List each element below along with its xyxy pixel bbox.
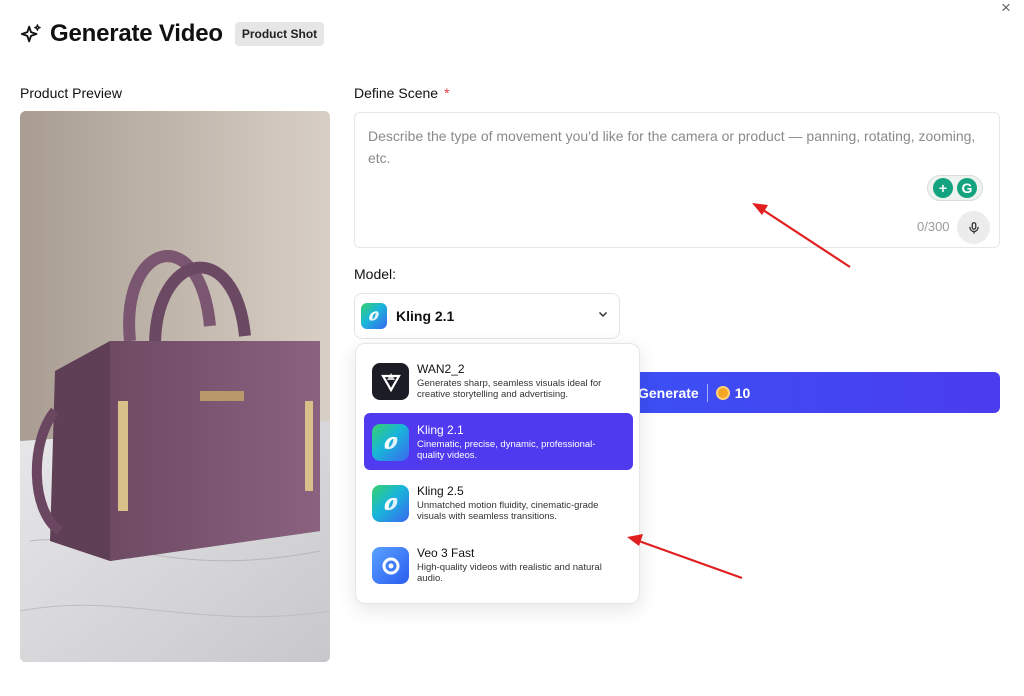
- grammarly-widget[interactable]: + G: [927, 175, 983, 201]
- veo-logo-icon: [372, 547, 409, 584]
- credit-cost: 10: [734, 384, 751, 401]
- model-option-desc: High-quality videos with realistic and n…: [417, 562, 602, 584]
- add-icon: +: [933, 178, 953, 198]
- product-shot-badge: Product Shot: [234, 22, 325, 46]
- model-option-name: WAN2_2: [417, 362, 465, 376]
- chevron-down-icon: [597, 308, 609, 323]
- model-option-desc: Cinematic, precise, dynamic, professiona…: [417, 439, 596, 461]
- product-preview-image: [20, 111, 330, 662]
- scene-textarea[interactable]: Describe the type of movement you'd like…: [354, 112, 1000, 248]
- model-option-name: Veo 3 Fast: [417, 546, 475, 560]
- scene-placeholder: Describe the type of movement you'd like…: [368, 128, 976, 166]
- model-option-name: Kling 2.5: [417, 484, 464, 498]
- generate-button-label: Generate: [638, 384, 699, 401]
- model-dropdown-menu: WAN2_2 Generates sharp, seamless visuals…: [355, 343, 640, 604]
- model-select[interactable]: Kling 2.1: [354, 293, 620, 339]
- close-icon[interactable]: ×: [995, 0, 1017, 18]
- kling-logo-icon: [372, 485, 409, 522]
- define-scene-label: Define Scene *: [354, 85, 450, 101]
- model-option-desc: Generates sharp, seamless visuals ideal …: [417, 378, 602, 400]
- coin-icon: [715, 385, 730, 400]
- grammarly-icon: G: [957, 178, 977, 198]
- annotation-arrow: [627, 534, 743, 580]
- model-option-wan2_2[interactable]: WAN2_2 Generates sharp, seamless visuals…: [364, 352, 633, 409]
- kling-logo-icon: [361, 303, 387, 329]
- model-option-veo-3-fast[interactable]: Veo 3 Fast High-quality videos with real…: [364, 536, 633, 593]
- generate-button[interactable]: Generate 10: [620, 372, 1000, 413]
- microphone-button[interactable]: [957, 211, 990, 244]
- page-header: Generate Video Product Shot: [20, 18, 325, 50]
- define-scene-label-text: Define Scene: [354, 85, 439, 101]
- model-option-kling-2-5[interactable]: Kling 2.5 Unmatched motion fluidity, cin…: [364, 474, 633, 531]
- model-label: Model:: [354, 266, 397, 282]
- microphone-icon: [968, 221, 979, 234]
- model-option-desc: Unmatched motion fluidity, cinematic-gra…: [417, 500, 599, 522]
- char-counter: 0/300: [917, 219, 950, 234]
- model-option-name: Kling 2.1: [417, 423, 464, 437]
- divider: [706, 383, 708, 402]
- required-mark: *: [444, 85, 450, 101]
- sparkles-icon: [20, 24, 41, 43]
- model-option-kling-2-1[interactable]: Kling 2.1 Cinematic, precise, dynamic, p…: [364, 413, 633, 470]
- page-title: Generate Video: [50, 20, 223, 47]
- kling-logo-icon: [372, 424, 409, 461]
- wan-logo-icon: [372, 363, 409, 400]
- product-preview-label: Product Preview: [20, 85, 122, 101]
- selected-model-label: Kling 2.1: [396, 308, 455, 324]
